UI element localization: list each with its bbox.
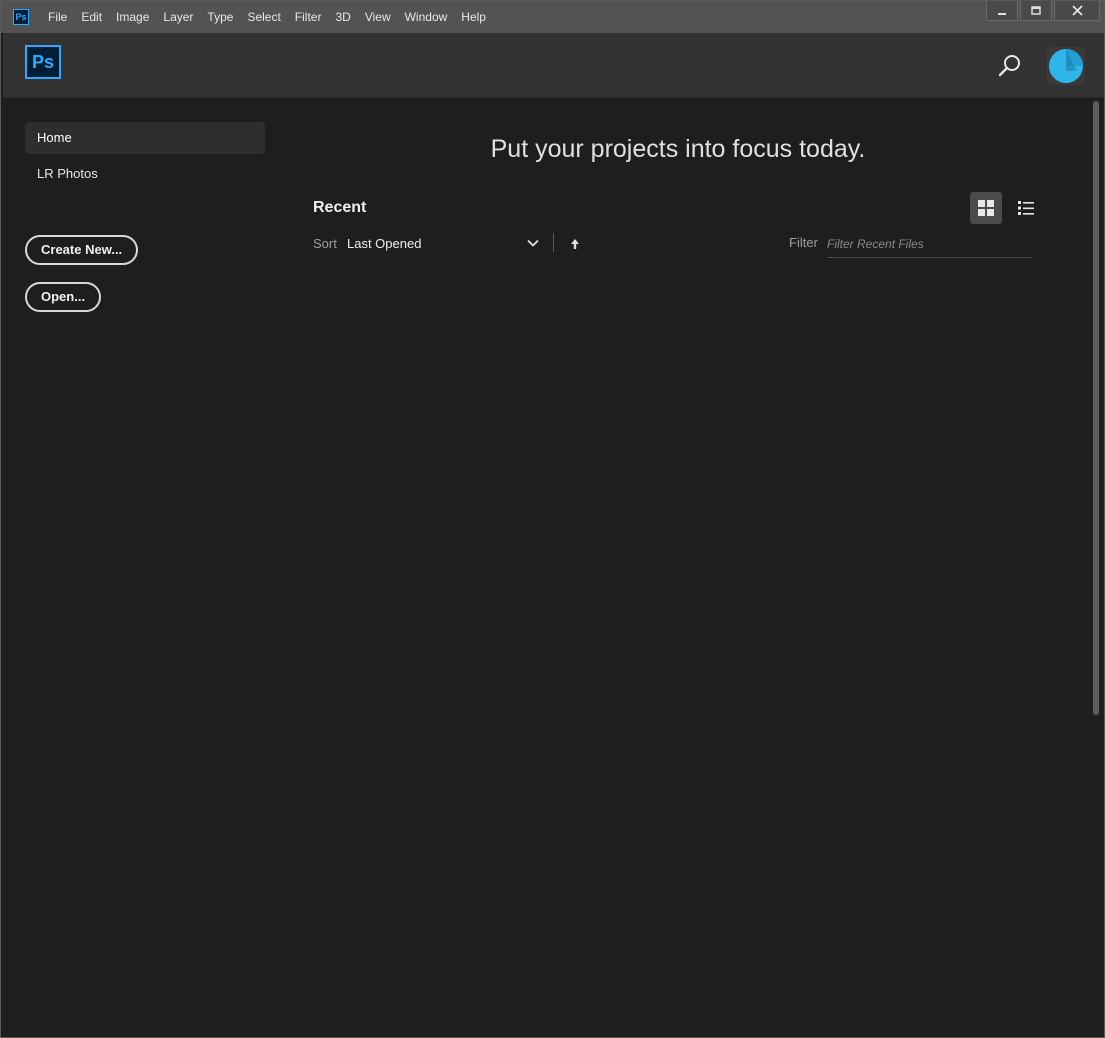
- menu-3d[interactable]: 3D: [328, 1, 357, 33]
- vertical-scrollbar[interactable]: [1093, 101, 1099, 715]
- maximize-button[interactable]: [1020, 1, 1052, 21]
- creative-cloud-avatar-icon: [1049, 49, 1083, 83]
- app-icon[interactable]: Ps: [13, 9, 29, 25]
- menu-view[interactable]: View: [358, 1, 398, 33]
- photoshop-logo: Ps: [25, 45, 61, 79]
- menu-type[interactable]: Type: [200, 1, 240, 33]
- sort-direction-button[interactable]: [569, 237, 581, 249]
- search-button[interactable]: [997, 53, 1023, 79]
- sort-dropdown-toggle[interactable]: [525, 235, 541, 251]
- search-icon: [998, 55, 1020, 77]
- sidebar-item-lr-photos[interactable]: LR Photos: [25, 158, 265, 190]
- menu-edit[interactable]: Edit: [74, 1, 109, 33]
- grid-view-button[interactable]: [970, 192, 1002, 224]
- photoshop-window: Ps File Edit Image Layer Type Select Fil…: [0, 0, 1105, 1038]
- filter-recent-files-input[interactable]: [827, 230, 1032, 258]
- grid-view-icon: [978, 200, 994, 216]
- recent-section-title: Recent: [313, 199, 367, 216]
- window-controls: [984, 1, 1100, 23]
- menu-select[interactable]: Select: [240, 1, 287, 33]
- menu-help[interactable]: Help: [454, 1, 493, 33]
- home-header: Ps: [3, 33, 1104, 98]
- minimize-icon: [998, 12, 1006, 15]
- menu-filter[interactable]: Filter: [288, 1, 329, 33]
- menu-image[interactable]: Image: [109, 1, 156, 33]
- menu-layer[interactable]: Layer: [156, 1, 200, 33]
- sort-divider: [553, 233, 554, 252]
- list-view-icon: [1018, 201, 1034, 215]
- minimize-button[interactable]: [986, 1, 1018, 21]
- sidebar-item-home[interactable]: Home: [25, 122, 265, 154]
- menu-file[interactable]: File: [41, 1, 74, 33]
- menu-window[interactable]: Window: [398, 1, 455, 33]
- maximize-icon: [1031, 5, 1041, 15]
- create-new-button[interactable]: Create New...: [25, 235, 139, 265]
- sort-dropdown[interactable]: Last Opened: [347, 236, 421, 251]
- sort-label: Sort: [313, 236, 337, 251]
- menu-bar: Ps File Edit Image Layer Type Select Fil…: [1, 1, 1104, 33]
- open-button[interactable]: Open...: [25, 282, 102, 312]
- page-headline: Put your projects into focus today.: [490, 135, 866, 163]
- close-button[interactable]: [1054, 1, 1100, 21]
- filter-label: Filter: [789, 235, 818, 250]
- close-icon: [1071, 5, 1083, 16]
- chevron-down-icon: [527, 239, 539, 247]
- arrow-up-icon: [571, 239, 579, 249]
- avatar[interactable]: [1047, 47, 1085, 85]
- list-view-button[interactable]: [1010, 192, 1042, 224]
